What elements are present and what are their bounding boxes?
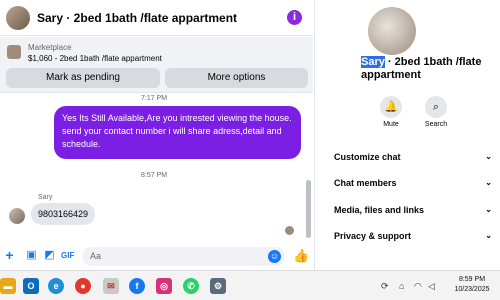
sticker-icon[interactable]: ◩ — [43, 249, 56, 262]
message-placeholder: Aa — [90, 251, 102, 261]
outlook-icon[interactable]: O — [23, 278, 39, 294]
wifi-icon[interactable]: ◠ — [414, 281, 422, 292]
clock-date: 10/23/2025 — [454, 286, 490, 293]
chrome-icon[interactable]: ● — [75, 278, 91, 294]
mark-pending-button[interactable]: Mark as pending — [6, 68, 160, 88]
media-files-links-item[interactable]: Media, files and links ⌄ — [334, 205, 494, 215]
more-options-button[interactable]: More options — [165, 68, 308, 88]
marketplace-label: Marketplace — [28, 43, 72, 52]
outgoing-message[interactable]: Yes Its Still Available,Are you intreste… — [54, 106, 301, 159]
taskbar: ▬ O e ● ✉ f ◎ ✆ ⚙ ⟳ ⌂ ◠ ◁ 8:59 PM 10/23/… — [0, 270, 500, 300]
profile-name-highlight: Sary — [361, 56, 385, 68]
info-icon[interactable]: i — [287, 10, 302, 25]
chevron-down-icon: ⌄ — [485, 231, 492, 240]
plus-icon[interactable]: + — [3, 248, 16, 262]
search-button[interactable]: ⌕ Search — [422, 96, 450, 128]
scrollbar[interactable] — [306, 180, 311, 238]
composer: + ▣ ◩ GIF Aa ☺ 👍 — [0, 243, 313, 270]
photo-icon[interactable]: ▣ — [25, 249, 38, 262]
file-explorer-icon[interactable]: ▬ — [0, 278, 16, 294]
clock-time: 8:59 PM — [458, 276, 486, 283]
emoji-icon[interactable]: ☺ — [268, 250, 281, 263]
timestamp: 7:17 PM — [141, 95, 168, 102]
profile-avatar[interactable] — [368, 7, 416, 55]
message-input[interactable]: Aa ☺ — [82, 247, 285, 266]
listing-thumbnail[interactable] — [7, 45, 21, 59]
chat-header: Sary · 2bed 1bath /flate appartment i — [0, 0, 313, 36]
incoming-message[interactable]: 9803166429 — [31, 203, 95, 225]
seen-avatar-icon — [285, 226, 294, 235]
volume-icon[interactable]: ◁ — [428, 281, 435, 292]
chat-members-item[interactable]: Chat members ⌄ — [334, 178, 494, 188]
customize-chat-item[interactable]: Customize chat ⌄ — [334, 152, 494, 162]
like-icon[interactable]: 👍 — [293, 248, 309, 264]
whatsapp-icon[interactable]: ✆ — [183, 278, 199, 294]
search-icon: ⌕ — [425, 96, 447, 118]
instagram-icon[interactable]: ◎ — [156, 278, 172, 294]
timestamp: 8:57 PM — [141, 172, 168, 179]
gif-icon[interactable]: GIF — [61, 249, 74, 262]
mute-button[interactable]: 🔔 Mute — [377, 96, 405, 128]
network-icon[interactable]: ⌂ — [399, 281, 404, 291]
listing-title[interactable]: $1,060 - 2bed 1bath /flate appartment — [28, 54, 162, 63]
system-clock[interactable]: 8:59 PM 10/23/2025 — [447, 275, 497, 295]
settings-icon[interactable]: ⚙ — [210, 278, 226, 294]
edge-icon[interactable]: e — [48, 278, 64, 294]
privacy-support-item[interactable]: Privacy & support ⌄ — [334, 231, 494, 241]
chat-title[interactable]: Sary · 2bed 1bath /flate appartment — [37, 11, 237, 25]
mute-label: Mute — [383, 121, 399, 128]
conversation-info-panel: Sary · 2bed 1bath /flate appartment 🔔 Mu… — [314, 0, 500, 270]
sender-avatar[interactable] — [9, 208, 25, 224]
search-label: Search — [424, 121, 448, 128]
chat-avatar[interactable] — [6, 6, 30, 30]
chevron-down-icon: ⌄ — [485, 205, 492, 214]
sender-name: Sary — [38, 194, 53, 201]
chat-panel: Sary · 2bed 1bath /flate appartment i Ma… — [0, 0, 313, 270]
bell-icon: 🔔 — [380, 96, 402, 118]
mail-icon[interactable]: ✉ — [103, 278, 119, 294]
chevron-down-icon: ⌄ — [485, 152, 492, 161]
marketplace-card: Marketplace $1,060 - 2bed 1bath /flate a… — [0, 37, 313, 93]
cloud-sync-icon[interactable]: ⟳ — [381, 281, 389, 292]
facebook-icon[interactable]: f — [129, 278, 145, 294]
profile-name: Sary · 2bed 1bath /flate appartment — [361, 56, 491, 82]
chevron-down-icon: ⌄ — [485, 178, 492, 187]
